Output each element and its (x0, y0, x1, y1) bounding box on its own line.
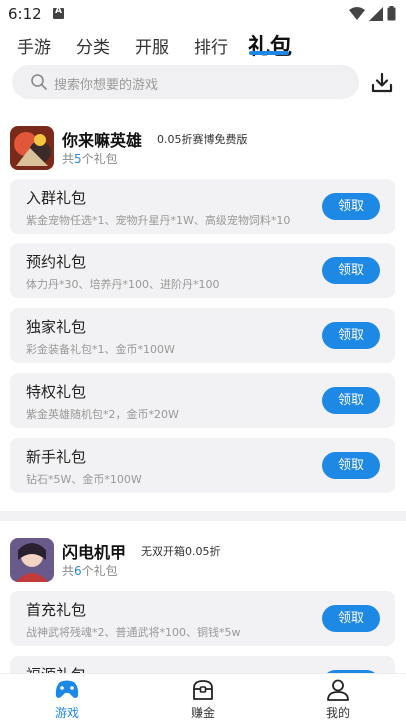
user-icon (327, 679, 349, 701)
section-divider (0, 511, 406, 521)
gift-title: 新手礼包 (26, 448, 87, 466)
gift-title: 预约礼包 (26, 253, 87, 271)
status-bar: 6:12 (0, 0, 406, 28)
nav-label: 游戏 (54, 706, 79, 720)
tab-server-open[interactable]: 开服 (135, 33, 169, 58)
gift-item: 特权礼包 紫金英雄随机包*2，金币*20W 领取 (10, 373, 395, 428)
signal-icon (369, 6, 383, 21)
notification-icon (53, 6, 64, 19)
gift-desc: 紫金宠物任选*1、宠物升星丹*1W、高级宠物饲料*10 (26, 214, 291, 227)
gift-desc: 紫金英雄随机包*2，金币*20W (26, 408, 179, 421)
nav-label: 赚金 (190, 706, 215, 720)
status-icons (349, 6, 396, 21)
game-header[interactable]: 你来嘛英雄 0.05折赛博免费版 共5个礼包 (10, 126, 396, 174)
status-time: 6:12 (8, 5, 42, 23)
treasure-chest-icon (193, 680, 213, 700)
search-placeholder: 搜索你想要的游戏 (54, 78, 159, 93)
tab-gift-packs[interactable]: 礼包 (248, 29, 292, 61)
gift-item: 预约礼包 体力丹*30、培养丹*100、进阶丹*100 领取 (10, 243, 395, 298)
game-tag: 0.05折赛博免费版 (157, 133, 248, 146)
wifi-icon (349, 6, 365, 20)
gift-desc: 体力丹*30、培养丹*100、进阶丹*100 (26, 278, 220, 291)
tab-categories[interactable]: 分类 (76, 33, 110, 58)
gift-desc: 战神武将残魂*2、普通武将*100、铜钱*5w (26, 626, 241, 639)
claim-button[interactable]: 领取 (322, 605, 380, 632)
gift-desc: 彩金装备礼包*1、金币*100W (26, 343, 175, 356)
game-header[interactable]: 闪电机甲 无双开箱0.05折 共6个礼包 (10, 538, 396, 586)
nav-games[interactable]: 游戏 (37, 679, 97, 723)
gift-title: 入群礼包 (26, 189, 87, 207)
claim-button[interactable]: 领取 (322, 257, 380, 284)
claim-button[interactable]: 领取 (322, 193, 380, 220)
tab-ranking[interactable]: 排行 (194, 33, 228, 58)
gamepad-icon (55, 680, 79, 698)
game-name: 你来嘛英雄 (62, 131, 143, 150)
nav-label: 我的 (325, 706, 350, 720)
gift-title: 独家礼包 (26, 318, 87, 336)
active-tab-indicator (249, 51, 289, 55)
gift-item: 新手礼包 钻石*5W、金币*100W 领取 (10, 438, 395, 493)
claim-button[interactable]: 领取 (322, 452, 380, 479)
gift-count: 共6个礼包 (62, 564, 118, 578)
gift-title: 特权礼包 (26, 383, 87, 401)
game-name: 闪电机甲 (62, 543, 127, 562)
search-icon (31, 74, 47, 90)
tab-mobile-games[interactable]: 手游 (17, 33, 51, 58)
top-tabs: 手游 分类 开服 排行 礼包 (0, 30, 406, 60)
game-tag: 无双开箱0.05折 (141, 545, 221, 558)
search-input[interactable]: 搜索你想要的游戏 (12, 65, 359, 99)
battery-icon (387, 6, 396, 21)
claim-button[interactable]: 领取 (322, 322, 380, 349)
game-icon (10, 538, 54, 582)
download-icon[interactable] (370, 71, 394, 95)
gift-item: 首充礼包 战神武将残魂*2、普通武将*100、铜钱*5w 领取 (10, 591, 395, 646)
search-row: 搜索你想要的游戏 (12, 65, 394, 99)
game-icon (10, 126, 54, 170)
nav-earn[interactable]: 赚金 (173, 679, 233, 723)
gift-title: 首充礼包 (26, 601, 87, 619)
nav-profile[interactable]: 我的 (308, 679, 368, 723)
gift-count: 共5个礼包 (62, 152, 118, 166)
gift-desc: 钻石*5W、金币*100W (26, 473, 142, 486)
gift-item: 独家礼包 彩金装备礼包*1、金币*100W 领取 (10, 308, 395, 363)
bottom-nav: 游戏 赚金 我的 (0, 673, 406, 723)
gift-item: 入群礼包 紫金宠物任选*1、宠物升星丹*1W、高级宠物饲料*10 领取 (10, 179, 395, 234)
claim-button[interactable]: 领取 (322, 387, 380, 414)
